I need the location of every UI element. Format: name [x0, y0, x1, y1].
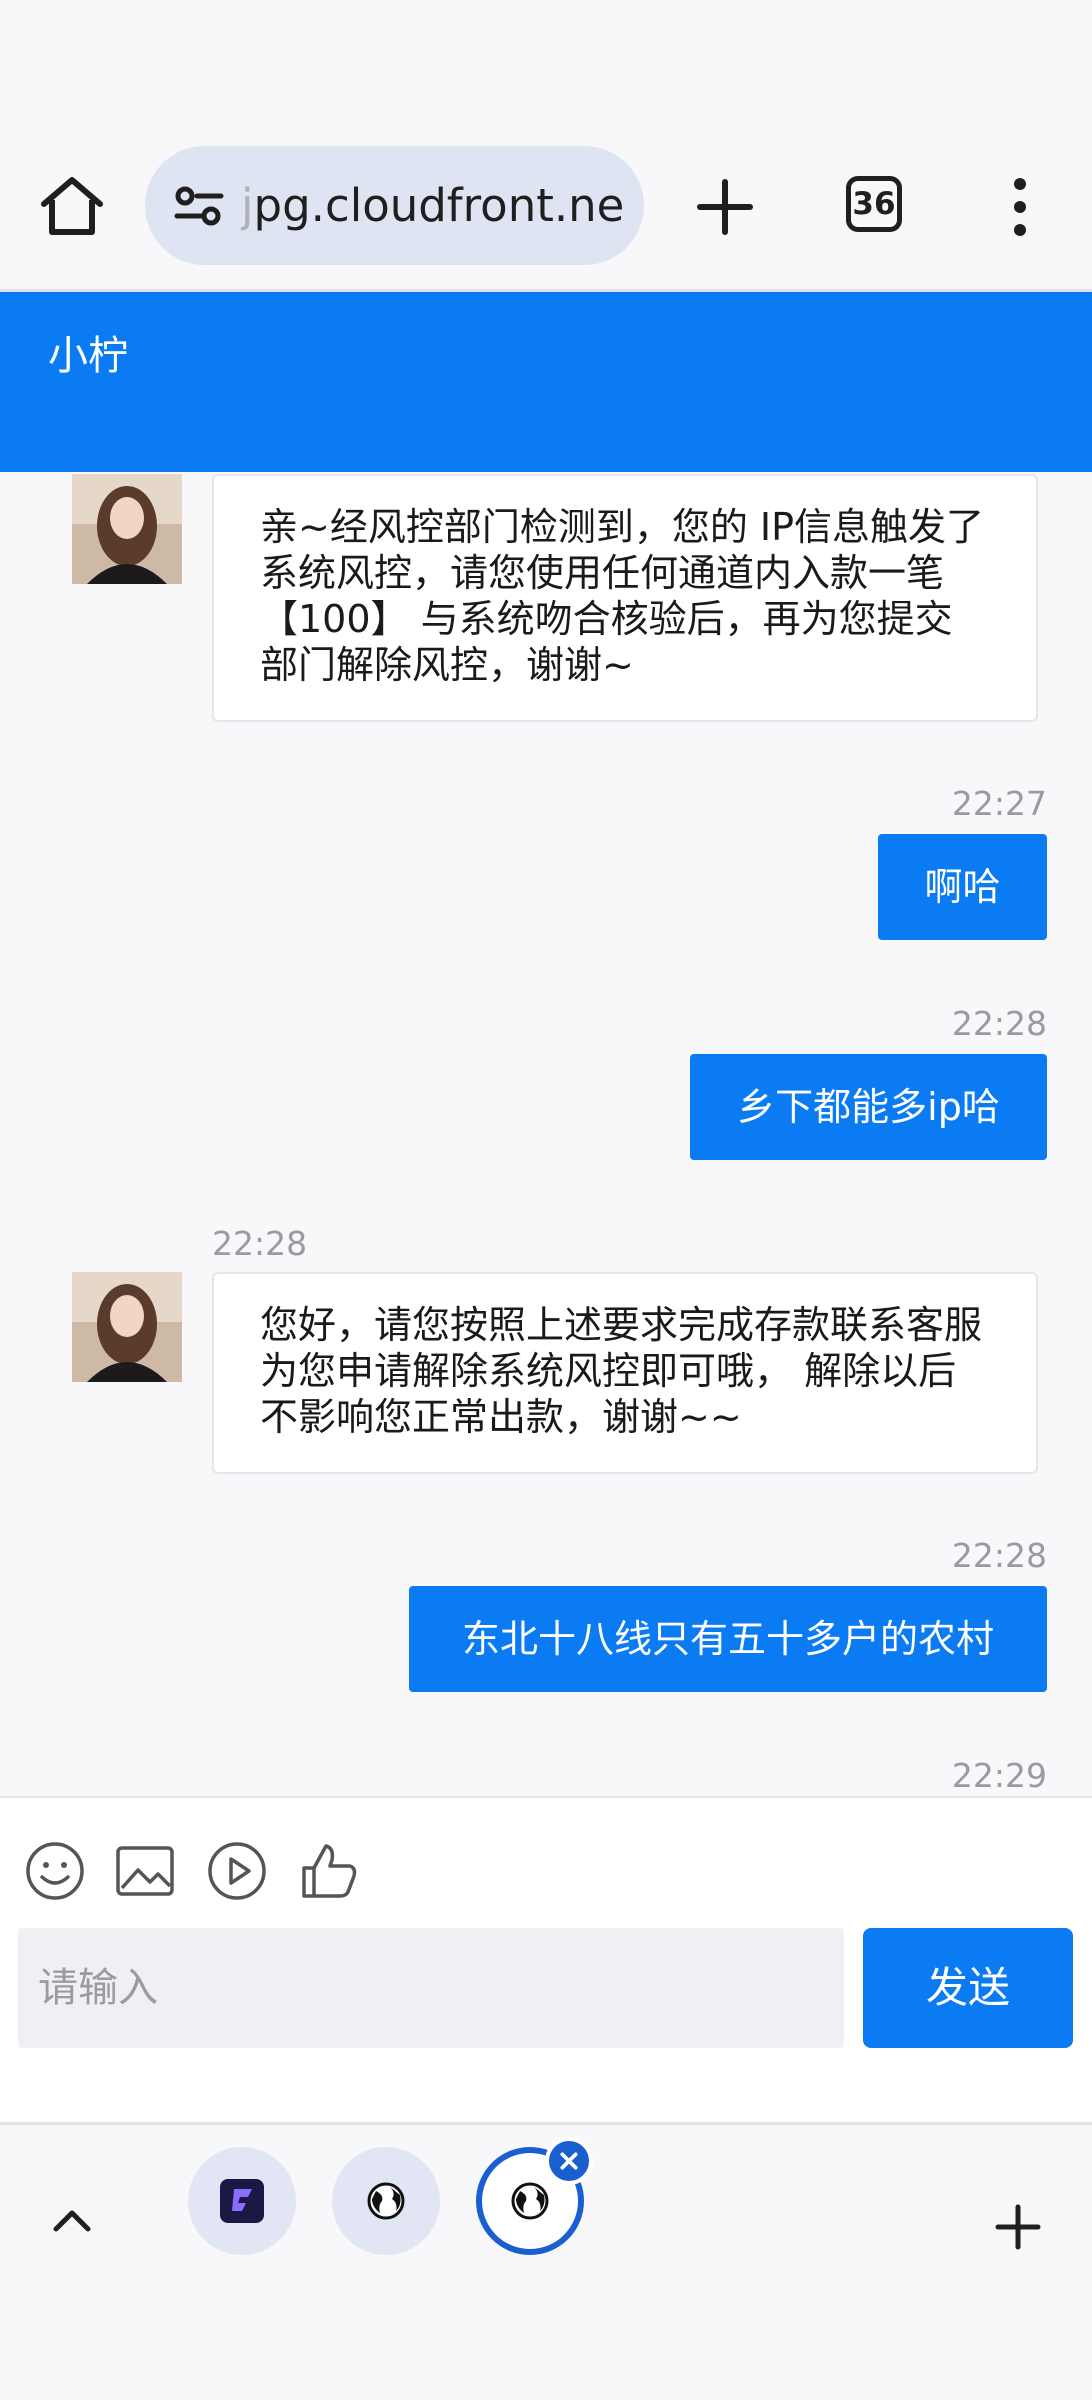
url-faded-prefix: j [241, 179, 254, 232]
message-bubble-incoming: 您好，请您按照上述要求完成存款联系客服为您申请解除系统风控即可哦， 解除以后不影… [212, 1272, 1038, 1474]
emoji-icon[interactable] [24, 1840, 86, 1902]
send-button[interactable]: 发送 [863, 1928, 1073, 2048]
chat-title: 小柠 [48, 333, 128, 379]
home-icon[interactable] [38, 172, 106, 240]
globe-icon [511, 2182, 549, 2220]
message-bubble-outgoing: 乡下都能多ip哈 [690, 1054, 1047, 1160]
browser-toolbar: jpg.cloudfront.net 36 [0, 0, 1092, 292]
new-tab-icon[interactable] [690, 172, 760, 242]
site-settings-icon[interactable] [171, 178, 227, 234]
message-bubble-outgoing: 东北十八线只有五十多户的农村 [409, 1586, 1047, 1692]
message-time: 22:27 [951, 784, 1047, 823]
address-bar[interactable]: jpg.cloudfront.net [145, 146, 644, 265]
globe-icon [367, 2182, 405, 2220]
image-icon[interactable] [114, 1840, 176, 1902]
chevron-up-icon[interactable] [44, 2193, 100, 2249]
agent-avatar [72, 474, 182, 584]
thumbs-up-icon[interactable] [298, 1840, 360, 1902]
message-bubble-outgoing: 啊哈 [878, 834, 1047, 940]
url-rest: pg.cloudfront.net [253, 179, 625, 232]
message-time: 22:28 [951, 1536, 1047, 1575]
agent-avatar [72, 1272, 182, 1382]
message-input[interactable]: 请输入 [18, 1928, 844, 2048]
tab-strip [0, 2122, 1092, 2400]
url-text[interactable]: jpg.cloudfront.net [241, 178, 625, 234]
message-time: 22:29 [951, 1756, 1047, 1795]
message-bubble-incoming: 亲~经风控部门检测到，您的 IP信息触发了系统风控，请您使用任何通道内入款一笔 … [212, 474, 1038, 722]
video-icon[interactable] [206, 1840, 268, 1902]
chat-header: 小柠 [0, 292, 1092, 472]
message-list[interactable]: 亲~经风控部门检测到，您的 IP信息触发了系统风控，请您使用任何通道内入款一笔 … [0, 472, 1092, 1796]
more-menu-icon[interactable] [1000, 172, 1040, 242]
tab-chip[interactable] [188, 2147, 296, 2255]
app-favicon-icon [220, 2179, 264, 2223]
close-tab-icon[interactable] [545, 2137, 593, 2185]
message-time: 22:28 [212, 1224, 308, 1263]
composer: 请输入 发送 [0, 1796, 1092, 2122]
message-time: 22:28 [951, 1004, 1047, 1043]
tab-switcher-button[interactable]: 36 [846, 176, 902, 232]
tab-chip[interactable] [332, 2147, 440, 2255]
add-tab-icon[interactable] [990, 2199, 1046, 2255]
